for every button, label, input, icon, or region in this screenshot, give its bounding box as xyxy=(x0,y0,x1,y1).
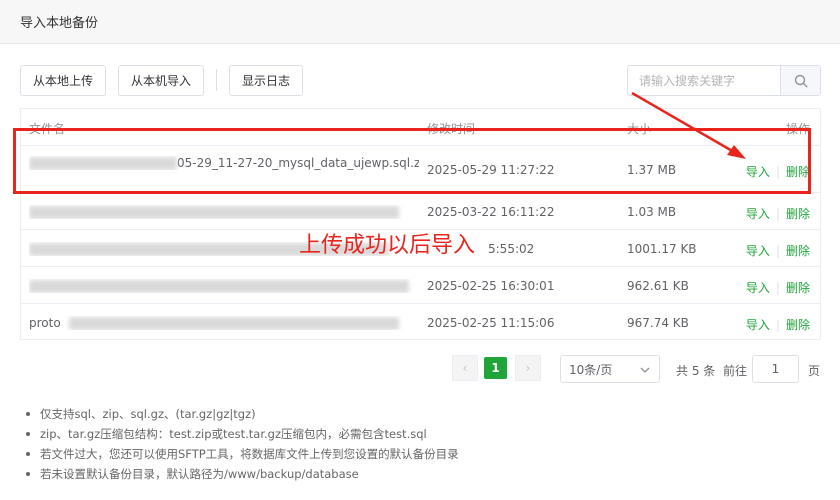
backup-file-table: 文件名 修改时间 大小 操作 05-29_11-27-20_mysql_data… xyxy=(20,108,821,340)
tip-item: 若未设置默认备份目录，默认路径为/www/backup/database xyxy=(26,464,459,484)
file-mtime: 2025-02-25 16:30:01 xyxy=(427,279,555,293)
column-header-size: 大小 xyxy=(627,122,652,136)
file-size: 962.61 KB xyxy=(627,279,689,293)
search-box xyxy=(627,65,821,96)
row-actions: 导入 | 删除 xyxy=(746,205,810,222)
import-link[interactable]: 导入 xyxy=(746,207,770,221)
redacted-text xyxy=(68,317,399,330)
action-separator: | xyxy=(775,281,780,295)
table-row: 05-29_11-27-20_mysql_data_ujewp.sql.zi 2… xyxy=(21,146,820,193)
search-button[interactable] xyxy=(780,66,820,95)
search-input[interactable] xyxy=(628,66,780,95)
tip-item: 若文件过大，您还可以使用SFTP工具，将数据库文件上传到您设置的默认备份目录 xyxy=(26,444,459,464)
chevron-right-icon: › xyxy=(525,361,531,375)
import-link[interactable]: 导入 xyxy=(746,318,770,332)
delete-link[interactable]: 删除 xyxy=(786,244,810,258)
file-size: 1001.17 KB xyxy=(627,242,697,256)
redacted-text xyxy=(29,157,177,170)
import-link[interactable]: 导入 xyxy=(746,244,770,258)
pagination: ‹ 1 › 10条/页 共 5 条 前往 页 xyxy=(0,355,840,383)
delete-link[interactable]: 删除 xyxy=(786,165,810,179)
import-link[interactable]: 导入 xyxy=(746,281,770,295)
delete-link[interactable]: 删除 xyxy=(786,318,810,332)
table-header: 文件名 修改时间 大小 操作 xyxy=(21,109,820,146)
action-separator: | xyxy=(775,318,780,332)
tip-item: zip、tar.gz压缩包结构：test.zip或test.tar.gz压缩包内… xyxy=(26,424,459,444)
redacted-text xyxy=(29,280,409,293)
file-name: proto xyxy=(29,316,61,330)
file-size: 967.74 KB xyxy=(627,316,689,330)
action-separator: | xyxy=(775,244,780,258)
row-actions: 导入 | 删除 xyxy=(746,316,810,333)
goto-page-input[interactable] xyxy=(752,355,799,383)
action-separator: | xyxy=(775,207,780,221)
dialog-header: 导入本地备份 xyxy=(0,0,840,44)
column-header-mtime: 修改时间 xyxy=(427,122,476,136)
table-row: proto 2025-02-25 11:15:06 967.74 KB 导入 | 删… xyxy=(21,304,820,341)
page-size-select[interactable]: 10条/页 xyxy=(560,355,660,383)
delete-link[interactable]: 删除 xyxy=(786,207,810,221)
redacted-text xyxy=(29,206,399,219)
delete-link[interactable]: 删除 xyxy=(786,281,810,295)
row-actions: 导入 | 删除 xyxy=(746,242,810,259)
chevron-down-icon xyxy=(640,367,650,373)
column-header-filename: 文件名 xyxy=(29,122,66,136)
tip-item: 仅支持sql、zip、sql.gz、(tar.gz|gz|tgz) xyxy=(26,404,459,424)
row-actions: 导入 | 删除 xyxy=(746,279,810,296)
column-header-actions: 操作 xyxy=(785,122,810,136)
upload-local-button[interactable]: 从本地上传 xyxy=(20,65,106,96)
action-separator: | xyxy=(775,165,780,179)
file-size: 1.03 MB xyxy=(627,205,677,219)
search-icon xyxy=(794,74,808,88)
page-suffix: 页 xyxy=(808,364,821,378)
dialog-title: 导入本地备份 xyxy=(20,16,99,31)
toolbar-divider xyxy=(216,69,217,91)
table-row: 2025-02-25 16:30:01 962.61 KB 导入 | 删除 xyxy=(21,267,820,304)
page-number-current[interactable]: 1 xyxy=(484,357,507,379)
file-mtime: 2025-02-25 11:15:06 xyxy=(427,316,555,330)
page-size-value: 10条/页 xyxy=(569,362,613,377)
row-actions: 导入 | 删除 xyxy=(746,163,810,180)
prev-page-button[interactable]: ‹ xyxy=(452,355,478,381)
file-size: 1.37 MB xyxy=(627,163,677,177)
tips-list: 仅支持sql、zip、sql.gz、(tar.gz|gz|tgz) zip、ta… xyxy=(26,404,459,484)
goto-label: 前往 xyxy=(723,364,748,378)
file-mtime: 2025-03-22 16:11:22 xyxy=(427,205,555,219)
file-mtime: 2025-05-29 11:27:22 xyxy=(427,163,555,177)
file-mtime: 5:55:02 xyxy=(488,242,535,256)
next-page-button[interactable]: › xyxy=(515,355,541,381)
show-log-button[interactable]: 显示日志 xyxy=(229,65,303,96)
total-count: 共 5 条 xyxy=(676,364,716,378)
annotation-text: 上传成功以后导入 xyxy=(299,233,476,258)
chevron-left-icon: ‹ xyxy=(462,361,468,375)
file-name: 05-29_11-27-20_mysql_data_ujewp.sql.zi xyxy=(177,156,419,170)
import-link[interactable]: 导入 xyxy=(746,165,770,179)
import-from-server-button[interactable]: 从本机导入 xyxy=(118,65,204,96)
table-row: 2025-03-22 16:11:22 1.03 MB 导入 | 删除 xyxy=(21,193,820,230)
